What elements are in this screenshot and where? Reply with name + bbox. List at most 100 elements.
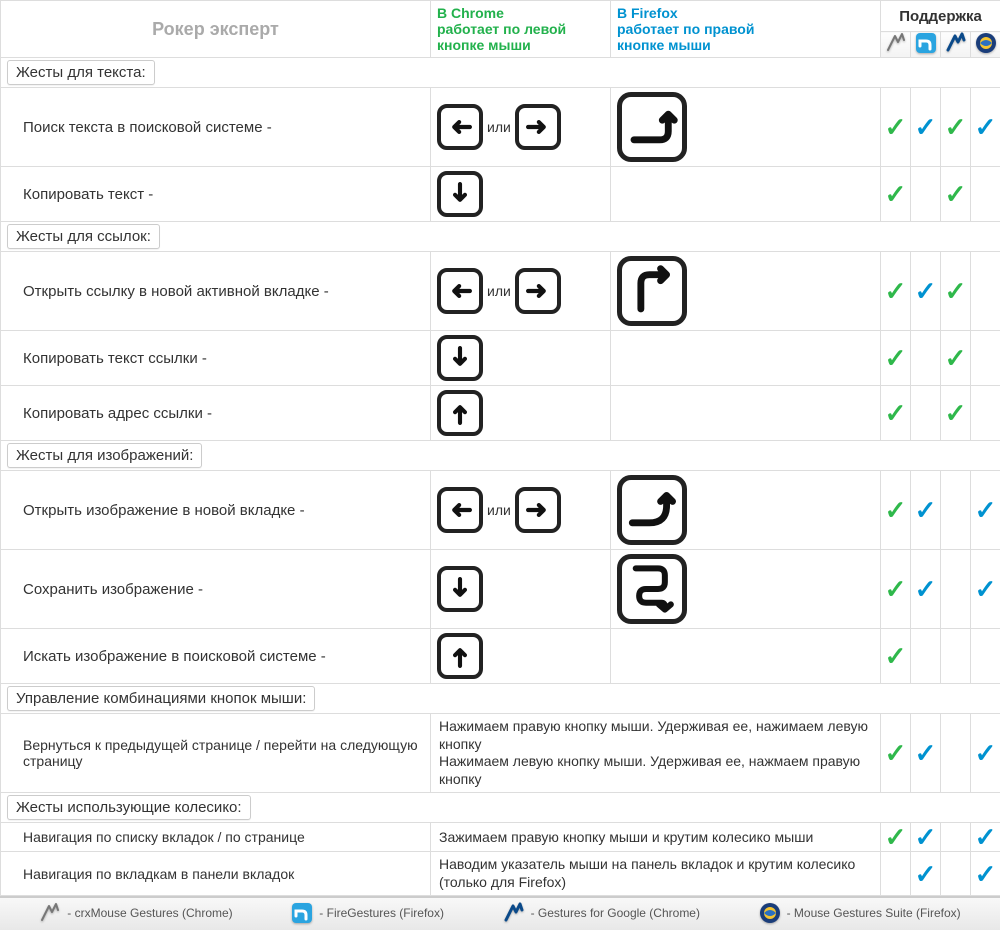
- gesture-up-icon: [437, 390, 483, 436]
- support-cell: [941, 852, 971, 896]
- support-cell: ✓: [941, 252, 971, 331]
- support-app-gfg: [941, 32, 971, 58]
- support-cell: ✓: [971, 852, 1000, 896]
- section-title: Жесты использующие колесико:: [1, 793, 1000, 823]
- gesture-down-icon: [437, 335, 483, 381]
- support-cell: ✓: [881, 823, 911, 852]
- table-row: Навигация по вкладкам в панели вкладокНа…: [1, 852, 1000, 896]
- support-cell: ✓: [911, 471, 941, 550]
- support-cell: ✓: [911, 252, 941, 331]
- check-icon: ✓: [885, 495, 907, 525]
- support-cell: [971, 386, 1000, 441]
- firefox-gesture-cell: [611, 252, 881, 331]
- support-cell: ✓: [971, 550, 1000, 629]
- chrome-gesture-cell: [431, 167, 611, 222]
- support-cell: ✓: [881, 471, 911, 550]
- check-icon: ✓: [885, 276, 907, 306]
- support-cell: ✓: [941, 167, 971, 222]
- firefox-gesture-cell: [611, 331, 881, 386]
- fire-icon: [291, 902, 313, 924]
- support-cell: ✓: [881, 167, 911, 222]
- chrome-gesture-cell: или: [431, 471, 611, 550]
- support-header: Поддержка: [881, 1, 1000, 32]
- support-cell: [911, 331, 941, 386]
- support-cell: ✓: [911, 714, 941, 793]
- action-cell: Сохранить изображение -: [1, 550, 431, 629]
- support-cell: [971, 167, 1000, 222]
- gesture-down-icon: [437, 171, 483, 217]
- check-icon: ✓: [915, 822, 937, 852]
- section-row: Управление комбинациями кнопок мыши:: [1, 684, 1000, 714]
- mgs-icon: [759, 902, 781, 924]
- legend-item: - Gestures for Google (Chrome): [503, 902, 700, 924]
- firefox-gesture-cell: [611, 550, 881, 629]
- support-cell: [971, 331, 1000, 386]
- section-row: Жесты для изображений:: [1, 441, 1000, 471]
- support-cell: [971, 629, 1000, 684]
- support-cell: ✓: [941, 88, 971, 167]
- support-cell: [911, 386, 941, 441]
- support-app-mgs: [971, 32, 1000, 58]
- gesture-right-then-up-arc-icon: [617, 475, 687, 545]
- support-cell: [941, 714, 971, 793]
- support-cell: [941, 823, 971, 852]
- check-icon: ✓: [945, 398, 967, 428]
- gesture-right-icon: [515, 104, 561, 150]
- support-cell: ✓: [971, 88, 1000, 167]
- gesture-down-right-down-icon: [617, 554, 687, 624]
- table-row: Открыть изображение в новой вкладке -или…: [1, 471, 1000, 550]
- gesture-up-icon: [437, 633, 483, 679]
- support-cell: [941, 629, 971, 684]
- chrome-gesture-cell: или: [431, 252, 611, 331]
- action-cell: Копировать адрес ссылки -: [1, 386, 431, 441]
- check-icon: ✓: [915, 276, 937, 306]
- action-cell: Копировать текст ссылки -: [1, 331, 431, 386]
- support-cell: [971, 252, 1000, 331]
- table-row: Поиск текста в поисковой системе -или✓✓✓…: [1, 88, 1000, 167]
- section-row: Жесты для ссылок:: [1, 222, 1000, 252]
- firefox-gesture-cell: [611, 629, 881, 684]
- table-row: Сохранить изображение - ✓ ✓ ✓: [1, 550, 1000, 629]
- action-cell: Искать изображение в поисковой системе -: [1, 629, 431, 684]
- table-row: Искать изображение в поисковой системе -…: [1, 629, 1000, 684]
- firefox-gesture-cell: [611, 471, 881, 550]
- support-cell: ✓: [911, 88, 941, 167]
- check-icon: ✓: [975, 574, 997, 604]
- check-icon: ✓: [945, 343, 967, 373]
- gesture-up-then-right-icon: [617, 256, 687, 326]
- or-label: или: [487, 502, 511, 518]
- legend-bar: - crxMouse Gestures (Chrome) - FireGestu…: [0, 896, 1000, 930]
- chrome-header: В Chrome работает по левой кнопке мыши: [431, 1, 611, 58]
- gesture-left-icon: [437, 104, 483, 150]
- check-icon: ✓: [975, 738, 997, 768]
- check-icon: ✓: [885, 822, 907, 852]
- action-cell: Навигация по вкладкам в панели вкладок: [1, 852, 431, 896]
- support-cell: ✓: [971, 471, 1000, 550]
- check-icon: ✓: [945, 112, 967, 142]
- gesture-left-icon: [437, 268, 483, 314]
- gesture-right-icon: [515, 487, 561, 533]
- page-title: Рокер эксперт: [1, 1, 431, 58]
- check-icon: ✓: [885, 112, 907, 142]
- instructions-cell: Нажимаем правую кнопку мыши. Удерживая е…: [431, 714, 881, 793]
- check-icon: ✓: [915, 574, 937, 604]
- support-cell: ✓: [911, 550, 941, 629]
- check-icon: ✓: [885, 641, 907, 671]
- support-cell: [911, 167, 941, 222]
- check-icon: ✓: [915, 738, 937, 768]
- check-icon: ✓: [885, 574, 907, 604]
- chrome-gesture-cell: [431, 550, 611, 629]
- check-icon: ✓: [945, 179, 967, 209]
- support-cell: ✓: [881, 629, 911, 684]
- support-cell: ✓: [941, 331, 971, 386]
- action-cell: Копировать текст -: [1, 167, 431, 222]
- check-icon: ✓: [945, 276, 967, 306]
- gesture-right-icon: [515, 268, 561, 314]
- table-row: Копировать текст - ✓ ✓: [1, 167, 1000, 222]
- table-row: Открыть ссылку в новой активной вкладке …: [1, 252, 1000, 331]
- support-cell: ✓: [881, 252, 911, 331]
- check-icon: ✓: [915, 859, 937, 889]
- section-title: Жесты для ссылок:: [1, 222, 1000, 252]
- table-row: Копировать адрес ссылки -✓✓: [1, 386, 1000, 441]
- firefox-gesture-cell: [611, 386, 881, 441]
